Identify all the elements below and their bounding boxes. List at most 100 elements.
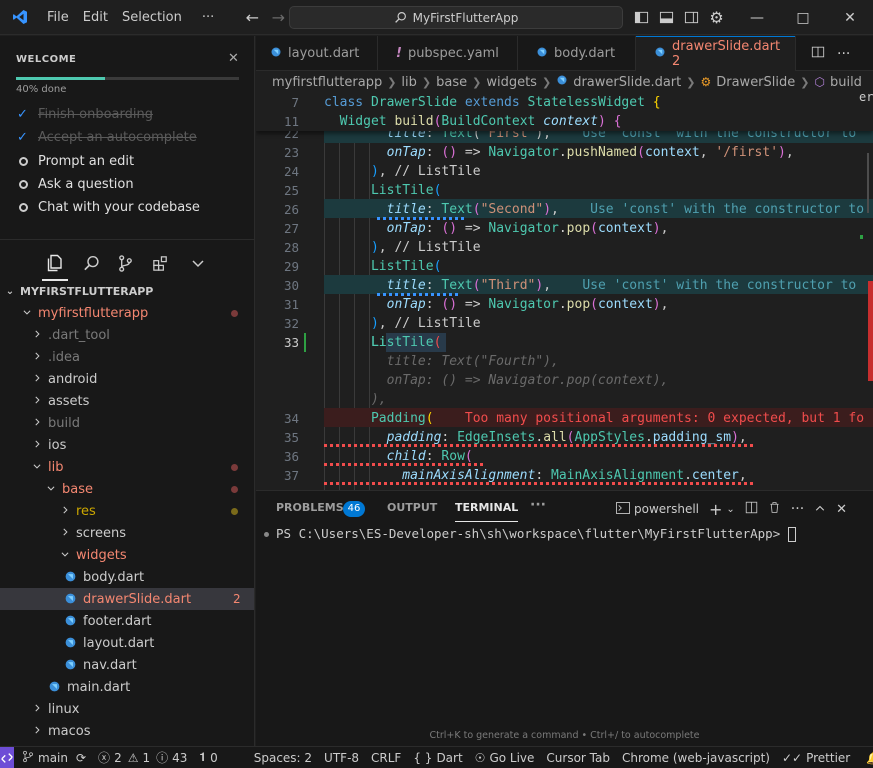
ports-indicator[interactable]: 𝟏0 — [193, 747, 223, 768]
go-live-button[interactable]: ☉ Go Live — [469, 747, 541, 768]
minimize-icon[interactable]: — — [734, 0, 780, 35]
explorer-files-icon[interactable] — [38, 246, 72, 280]
tab-layout-dart[interactable]: layout.dart — [256, 36, 378, 71]
notifications-bell-icon[interactable]: 🔔 — [860, 747, 873, 768]
chevron-right-icon — [30, 351, 44, 364]
sticky-line[interactable]: Widget build(BuildContext context) { — [324, 112, 622, 131]
chevron-down-icon[interactable]: ⌄ — [726, 504, 734, 515]
maximize-icon[interactable]: □ — [780, 0, 826, 35]
forward-arrow-icon[interactable]: → — [265, 8, 291, 27]
tab-body-dart[interactable]: body.dart — [518, 36, 636, 71]
terminal-shell-label[interactable]: powershell — [634, 502, 699, 516]
line-number: 30 — [283, 278, 299, 293]
folder-item[interactable]: screens — [0, 522, 254, 544]
more-actions-icon[interactable]: ··· — [837, 46, 850, 62]
sticky-line[interactable]: class DrawerSlide extends StatelessWidge… — [324, 93, 661, 112]
prettier-indicator[interactable]: ✓✓ Prettier — [776, 747, 856, 768]
folder-item[interactable]: build — [0, 412, 254, 434]
chevron-right-icon — [30, 725, 44, 738]
breadcrumb-item[interactable]: build — [830, 75, 862, 90]
folder-item[interactable]: ios — [0, 434, 254, 456]
debug-target-indicator[interactable]: Chrome (web-javascript) — [616, 747, 776, 768]
toggle-secondary-sidebar-icon[interactable] — [683, 9, 700, 26]
folder-item[interactable]: .dart_tool — [0, 324, 254, 346]
file-item[interactable]: body.dart — [0, 566, 254, 588]
close-window-icon[interactable]: ✕ — [827, 0, 873, 35]
file-item[interactable]: main.dart — [0, 676, 254, 698]
tab-terminal[interactable]: TERMINAL — [455, 501, 519, 522]
file-item[interactable]: footer.dart — [0, 610, 254, 632]
problems-indicator[interactable]: ⓧ 2 ⚠ 1 ⓘ 43 — [92, 747, 193, 768]
step-prompt-edit[interactable]: Prompt an edit — [17, 151, 134, 171]
panel-more-icon[interactable]: ··· — [530, 497, 546, 513]
step-chat-codebase[interactable]: Chat with your codebase — [17, 197, 200, 217]
folder-item[interactable]: linux — [0, 698, 254, 720]
menu-edit[interactable]: Edit — [76, 0, 115, 35]
check-icon: ✓ — [17, 129, 28, 145]
tab-problems[interactable]: PROBLEMS — [276, 501, 344, 514]
folder-item[interactable]: base — [0, 478, 254, 500]
folder-item[interactable]: myfirstflutterapp — [0, 302, 254, 324]
tab-drawerslide-dart[interactable]: drawerSlide.dart 2 — [636, 36, 796, 71]
encoding-indicator[interactable]: UTF-8 — [318, 747, 365, 768]
folder-item[interactable]: res — [0, 500, 254, 522]
source-control-icon[interactable] — [108, 246, 142, 280]
back-arrow-icon[interactable]: ← — [239, 8, 265, 27]
extensions-icon[interactable] — [143, 246, 177, 280]
sync-icon[interactable]: ⟳ — [76, 751, 86, 765]
ghost-suggestion: ), — [324, 392, 387, 407]
split-editor-icon[interactable] — [811, 45, 825, 63]
folder-item[interactable]: lib — [0, 456, 254, 478]
panel-actions-more-icon[interactable]: ··· — [791, 501, 804, 517]
method-symbol-icon: ⬡ — [814, 75, 825, 89]
file-item[interactable]: drawerSlide.dart 2 — [0, 588, 254, 610]
eol-indicator[interactable]: CRLF — [365, 747, 407, 768]
trash-icon[interactable] — [768, 501, 781, 517]
minimap-marker — [860, 235, 863, 239]
folder-item[interactable]: android — [0, 368, 254, 390]
remote-indicator-icon[interactable] — [0, 746, 14, 768]
language-indicator[interactable]: { } Dart — [407, 747, 468, 768]
menu-file[interactable]: File — [40, 0, 76, 35]
breadcrumb-item[interactable]: lib — [401, 75, 416, 90]
toggle-sidebar-icon[interactable] — [633, 9, 650, 26]
step-finish-onboarding[interactable]: ✓ Finish onboarding — [17, 104, 153, 124]
chevron-down-icon[interactable] — [181, 246, 215, 280]
breadcrumb-item[interactable]: base — [436, 75, 467, 90]
close-welcome-icon[interactable]: ✕ — [228, 51, 239, 66]
code-editor[interactable]: 22 title: Text("First"), Use 'const' wit… — [256, 93, 873, 490]
breadcrumb-item[interactable]: myfirstflutterapp — [272, 75, 382, 90]
breadcrumb-item[interactable]: widgets — [486, 75, 537, 90]
branch-indicator[interactable]: main ⟳ — [14, 747, 92, 768]
command-center-search[interactable]: MyFirstFlutterApp — [289, 6, 623, 29]
step-accept-autocomplete[interactable]: ✓ Accept an autocomplete — [17, 127, 197, 147]
explorer-header[interactable]: ⌄ MYFIRSTFLUTTERAPP — [0, 280, 254, 302]
breadcrumb-item[interactable]: DrawerSlide — [716, 75, 795, 90]
menu-more[interactable]: ··· — [195, 0, 221, 35]
folder-item[interactable]: .idea — [0, 346, 254, 368]
close-panel-icon[interactable]: ✕ — [836, 502, 847, 517]
tab-output[interactable]: OUTPUT — [387, 501, 437, 514]
folder-item[interactable]: widgets — [0, 544, 254, 566]
terminal-prompt: PS C:\Users\ES-Developer-sh\sh\workspace… — [276, 526, 788, 541]
minimap-slider[interactable] — [867, 153, 869, 213]
terminal-output[interactable]: PS C:\Users\ES-Developer-sh\sh\workspace… — [276, 526, 796, 542]
folder-item[interactable]: assets — [0, 390, 254, 412]
search-icon[interactable] — [74, 246, 108, 280]
folder-item[interactable]: macos — [0, 720, 254, 742]
new-terminal-icon[interactable]: + — [709, 500, 722, 519]
step-ask-question[interactable]: Ask a question — [17, 174, 134, 194]
menu-selection[interactable]: Selection — [115, 0, 189, 35]
tab-pubspec-yaml[interactable]: ! pubspec.yaml — [378, 36, 518, 71]
git-added-marker — [304, 333, 306, 352]
split-terminal-icon[interactable] — [745, 501, 758, 517]
settings-gear-icon[interactable]: ⚙ — [708, 8, 725, 27]
file-item[interactable]: layout.dart — [0, 632, 254, 654]
breadcrumb-item[interactable]: drawerSlide.dart — [573, 75, 681, 90]
cursor-tab-indicator[interactable]: Cursor Tab — [540, 747, 616, 768]
toggle-panel-icon[interactable] — [658, 9, 675, 26]
tree-item-label: main.dart — [67, 679, 131, 695]
file-item[interactable]: nav.dart — [0, 654, 254, 676]
maximize-panel-icon[interactable] — [814, 502, 826, 517]
indentation-indicator[interactable]: Spaces: 2 — [248, 747, 318, 768]
